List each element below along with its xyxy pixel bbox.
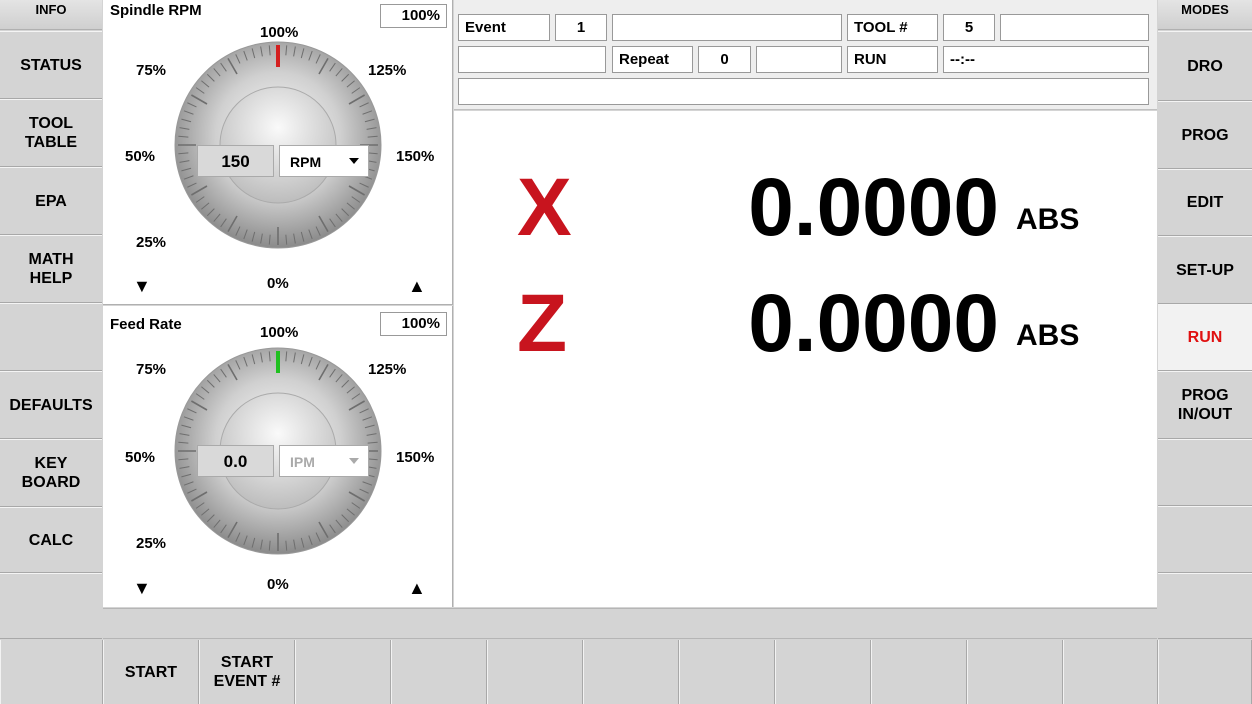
blank-right-button-2[interactable] bbox=[1158, 506, 1252, 573]
feed-label-125: 125% bbox=[368, 361, 407, 378]
repeat-count[interactable]: 0 bbox=[698, 46, 751, 73]
feed-unit-label: IPM bbox=[290, 454, 315, 470]
modes-header: MODES bbox=[1158, 0, 1252, 30]
softkey-4[interactable] bbox=[391, 640, 487, 704]
feed-label-0: 0% bbox=[267, 576, 289, 593]
feed-label-75: 75% bbox=[136, 361, 167, 378]
prog-in-out-mode-button[interactable]: PROG IN/OUT bbox=[1158, 371, 1252, 439]
softkey-8[interactable] bbox=[775, 640, 871, 704]
feed-unit-select[interactable]: IPM bbox=[279, 445, 369, 477]
spindle-increase-arrow-icon[interactable]: ▲ bbox=[408, 276, 426, 297]
dro-display: X 0.0000 ABS Z 0.0000 ABS bbox=[454, 111, 1157, 607]
blank-right-button-3[interactable] bbox=[1158, 573, 1252, 639]
start-button[interactable]: START bbox=[103, 640, 199, 704]
status-strip bbox=[103, 608, 1157, 639]
event-number[interactable]: 1 bbox=[555, 14, 607, 41]
z-axis-value: 0.0000 bbox=[748, 278, 999, 369]
feed-label-100: 100% bbox=[260, 324, 299, 341]
spindle-label-75: 75% bbox=[136, 62, 167, 79]
spindle-decrease-arrow-icon[interactable]: ▼ bbox=[133, 276, 151, 297]
spindle-override-box[interactable]: 100% bbox=[380, 4, 447, 28]
defaults-button[interactable]: DEFAULTS bbox=[0, 371, 102, 439]
info-header: INFO bbox=[0, 0, 102, 30]
feed-override-box[interactable]: 100% bbox=[380, 312, 447, 336]
math-help-button[interactable]: MATH HELP bbox=[0, 235, 102, 303]
x-axis-mode: ABS bbox=[1016, 203, 1080, 236]
edit-mode-button[interactable]: EDIT bbox=[1158, 169, 1252, 236]
dro-mode-button[interactable]: DRO bbox=[1158, 31, 1252, 101]
spindle-panel: Spindle RPM 100% 150 RPM 100% 75% 125% 5… bbox=[103, 0, 453, 305]
chevron-down-icon bbox=[349, 458, 359, 464]
spindle-unit-select[interactable]: RPM bbox=[279, 145, 369, 177]
spindle-label-125: 125% bbox=[368, 62, 407, 79]
softkey-0[interactable] bbox=[0, 640, 103, 704]
softkey-12[interactable] bbox=[1158, 640, 1252, 704]
run-time: --:-- bbox=[943, 46, 1149, 73]
spindle-indicator bbox=[276, 45, 280, 67]
chevron-down-icon bbox=[349, 158, 359, 164]
softkey-7[interactable] bbox=[679, 640, 775, 704]
softkey-9[interactable] bbox=[871, 640, 967, 704]
spindle-unit-label: RPM bbox=[290, 154, 322, 170]
feed-label-50: 50% bbox=[125, 449, 156, 466]
spindle-label-50: 50% bbox=[125, 148, 156, 165]
tool-label: TOOL # bbox=[847, 14, 938, 41]
message-line bbox=[458, 78, 1149, 105]
run-mode-button[interactable]: RUN bbox=[1158, 304, 1252, 371]
spindle-label-0: 0% bbox=[267, 275, 289, 292]
keyboard-button[interactable]: KEY BOARD bbox=[0, 439, 102, 507]
feed-label-150: 150% bbox=[396, 449, 435, 466]
blank-left-button-2[interactable] bbox=[0, 573, 102, 639]
feed-decrease-arrow-icon[interactable]: ▼ bbox=[133, 578, 151, 599]
event-label: Event bbox=[458, 14, 550, 41]
x-axis-value: 0.0000 bbox=[748, 162, 999, 253]
spindle-title: Spindle RPM bbox=[110, 2, 202, 19]
spindle-speed-input[interactable]: 150 bbox=[197, 145, 274, 177]
info-panel: INFO STATUS TOOL TABLE EPA MATH HELP DEF… bbox=[0, 0, 102, 704]
feed-title: Feed Rate bbox=[110, 316, 182, 333]
epa-button[interactable]: EPA bbox=[0, 167, 102, 235]
blank-left-button-1[interactable] bbox=[0, 303, 102, 371]
modes-panel: MODES DRO PROG EDIT SET-UP RUN PROG IN/O… bbox=[1158, 0, 1252, 704]
repeat-label: Repeat bbox=[612, 46, 693, 73]
softkey-3[interactable] bbox=[295, 640, 391, 704]
repeat-extra-cell bbox=[756, 46, 842, 73]
tool-description bbox=[1000, 14, 1149, 41]
feed-increase-arrow-icon[interactable]: ▲ bbox=[408, 578, 426, 599]
spindle-label-150: 150% bbox=[396, 148, 435, 165]
feed-indicator bbox=[276, 351, 280, 373]
feed-rate-input[interactable]: 0.0 bbox=[197, 445, 274, 477]
status-button[interactable]: STATUS bbox=[0, 31, 102, 99]
spindle-label-25: 25% bbox=[136, 234, 167, 251]
run-label: RUN bbox=[847, 46, 938, 73]
z-axis-letter: Z bbox=[517, 278, 568, 369]
softkey-11[interactable] bbox=[1063, 640, 1158, 704]
tool-table-button[interactable]: TOOL TABLE bbox=[0, 99, 102, 167]
event-description bbox=[612, 14, 842, 41]
blank-right-button-1[interactable] bbox=[1158, 439, 1252, 506]
z-axis-mode: ABS bbox=[1016, 319, 1080, 352]
softkey-10[interactable] bbox=[967, 640, 1063, 704]
tool-number[interactable]: 5 bbox=[943, 14, 995, 41]
x-axis-letter: X bbox=[517, 162, 572, 253]
setup-mode-button[interactable]: SET-UP bbox=[1158, 236, 1252, 304]
calc-button[interactable]: CALC bbox=[0, 507, 102, 573]
softkey-6[interactable] bbox=[583, 640, 679, 704]
prog-mode-button[interactable]: PROG bbox=[1158, 101, 1252, 169]
start-event-button[interactable]: START EVENT # bbox=[199, 640, 295, 704]
softkey-5[interactable] bbox=[487, 640, 583, 704]
spindle-label-100: 100% bbox=[260, 24, 299, 41]
feed-label-25: 25% bbox=[136, 535, 167, 552]
feed-panel: Feed Rate 100% 0.0 IPM 100% 75% 125% 50%… bbox=[103, 306, 453, 607]
program-info-area: Event 1 TOOL # 5 Repeat 0 RUN --:-- bbox=[454, 0, 1157, 110]
info-blank-cell bbox=[458, 46, 606, 73]
